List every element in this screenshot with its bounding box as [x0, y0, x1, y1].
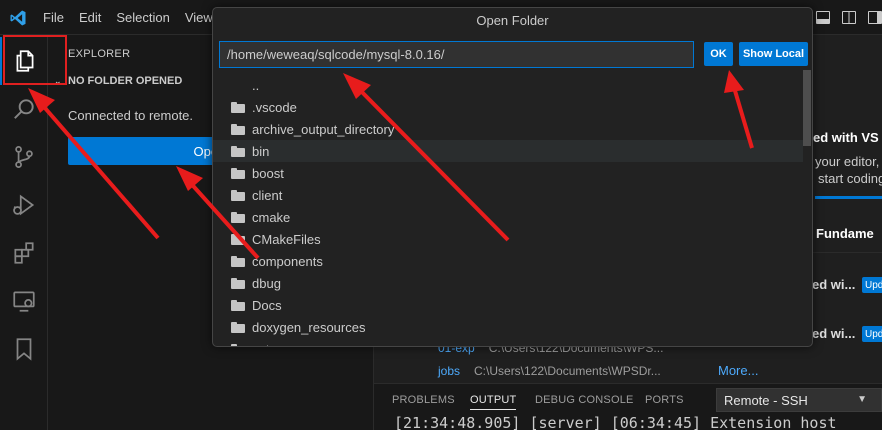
layout-controls	[804, 0, 882, 35]
folder-item[interactable]: archive_output_directory	[213, 118, 803, 140]
folder-name: components	[252, 253, 323, 269]
menu-bar: File Edit Selection View	[43, 0, 228, 35]
folder-icon	[231, 255, 245, 267]
updated-badge: Upd	[862, 277, 882, 293]
folder-icon	[231, 233, 245, 245]
folder-item[interactable]: extra	[213, 338, 803, 347]
folder-item[interactable]: components	[213, 250, 803, 272]
folder-item[interactable]: cmake	[213, 206, 803, 228]
menu-file[interactable]: File	[43, 10, 64, 25]
folder-name: Docs	[252, 297, 282, 313]
explorer-icon[interactable]	[0, 37, 48, 85]
more-link[interactable]: More...	[718, 363, 758, 378]
run-debug-icon[interactable]	[0, 181, 48, 229]
folder-icon	[231, 321, 245, 333]
walkthrough-progress	[815, 196, 882, 199]
folder-item[interactable]: boost	[213, 162, 803, 184]
folder-icon	[231, 299, 245, 311]
folder-item[interactable]: CMakeFiles	[213, 228, 803, 250]
folder-name: CMakeFiles	[252, 231, 321, 247]
folder-name: boost	[252, 165, 284, 181]
tab-debug-console[interactable]: DEBUG CONSOLE	[535, 394, 634, 406]
folder-icon	[231, 211, 245, 223]
chevron-down-icon: ⌄	[54, 75, 62, 86]
sidebar-section-header[interactable]: ⌄ NO FOLDER OPENED	[54, 75, 182, 87]
toggle-panel-icon[interactable]	[816, 11, 830, 24]
source-control-icon[interactable]	[0, 133, 48, 181]
open-folder-dialog: Open Folder /home/weweaq/sqlcode/mysql-8…	[212, 7, 813, 347]
recent-path: C:\Users\122\Documents\WPSDr...	[474, 364, 661, 378]
menu-selection[interactable]: Selection	[116, 10, 169, 25]
walkthrough-text-1: your editor, l	[815, 154, 882, 169]
folder-list: .. .vscode archive_output_directory bin …	[213, 74, 812, 347]
folder-name: cmake	[252, 209, 291, 225]
folder-name: dbug	[252, 275, 281, 291]
recent-name[interactable]: jobs	[438, 364, 460, 378]
folder-name: ..	[252, 77, 260, 93]
folder-name: archive_output_directory	[252, 121, 395, 137]
output-log-line: [21:34:48.905] [server] [06:34:45] Exten…	[394, 414, 837, 430]
output-channel-label: Remote - SSH	[724, 392, 808, 408]
folder-icon	[231, 343, 245, 346]
chevron-down-icon: ▼	[857, 394, 867, 405]
search-icon[interactable]	[0, 85, 48, 133]
menu-edit[interactable]: Edit	[79, 10, 101, 25]
customize-layout-icon[interactable]	[868, 11, 882, 24]
output-channel-select[interactable]: Remote - SSH ▼	[716, 388, 882, 412]
recent-item[interactable]: jobs C:\Users\122\Documents\WPSDr...	[438, 364, 661, 378]
folder-name: .vscode	[252, 99, 297, 115]
walkthrough-text-2: start coding	[818, 171, 882, 186]
folder-icon	[231, 123, 245, 135]
walkthrough-fundamentals[interactable]: Fundame	[816, 226, 874, 241]
bottom-panel: PROBLEMS OUTPUT DEBUG CONSOLE PORTS Remo…	[374, 383, 882, 430]
folder-icon	[231, 189, 245, 201]
walkthrough-heading[interactable]: ed with VS C	[813, 130, 882, 145]
folder-item[interactable]: dbug	[213, 272, 803, 294]
tab-ports[interactable]: PORTS	[645, 394, 684, 406]
activity-bar	[0, 35, 48, 430]
folder-item[interactable]: bin	[213, 140, 803, 162]
vscode-logo-icon	[10, 10, 26, 26]
walkthrough-item[interactable]: ed wi...	[812, 277, 855, 292]
folder-name: client	[252, 187, 283, 203]
folder-path-input[interactable]: /home/weweaq/sqlcode/mysql-8.0.16/	[219, 41, 694, 68]
tab-problems[interactable]: PROBLEMS	[392, 394, 455, 406]
folder-icon	[231, 167, 245, 179]
remote-explorer-icon[interactable]	[0, 277, 48, 325]
menu-view[interactable]: View	[185, 10, 213, 25]
folder-name: extra	[252, 342, 281, 347]
connected-message: Connected to remote.	[68, 108, 194, 123]
updated-badge: Upd	[862, 326, 882, 342]
toggle-secondary-sidebar-icon[interactable]	[842, 11, 856, 24]
dialog-title: Open Folder	[476, 13, 549, 28]
extensions-icon[interactable]	[0, 229, 48, 277]
walkthrough-item[interactable]: ed wi...	[812, 326, 855, 341]
show-local-button[interactable]: Show Local	[739, 42, 808, 66]
folder-item[interactable]: client	[213, 184, 803, 206]
folder-icon	[231, 277, 245, 289]
list-scrollbar[interactable]	[803, 70, 811, 146]
folder-name: bin	[252, 143, 270, 159]
folder-item[interactable]: doxygen_resources	[213, 316, 803, 338]
tab-output[interactable]: OUTPUT	[470, 394, 517, 410]
folder-icon	[231, 145, 245, 157]
bookmark-icon[interactable]	[0, 325, 48, 373]
sidebar-title: EXPLORER	[68, 48, 131, 60]
folder-name: doxygen_resources	[252, 319, 366, 335]
parent-directory-item[interactable]: ..	[213, 74, 803, 96]
folder-item[interactable]: .vscode	[213, 96, 803, 118]
folder-icon	[231, 101, 245, 113]
section-label: NO FOLDER OPENED	[68, 75, 183, 87]
folder-item[interactable]: Docs	[213, 294, 803, 316]
ok-button[interactable]: OK	[704, 42, 733, 66]
